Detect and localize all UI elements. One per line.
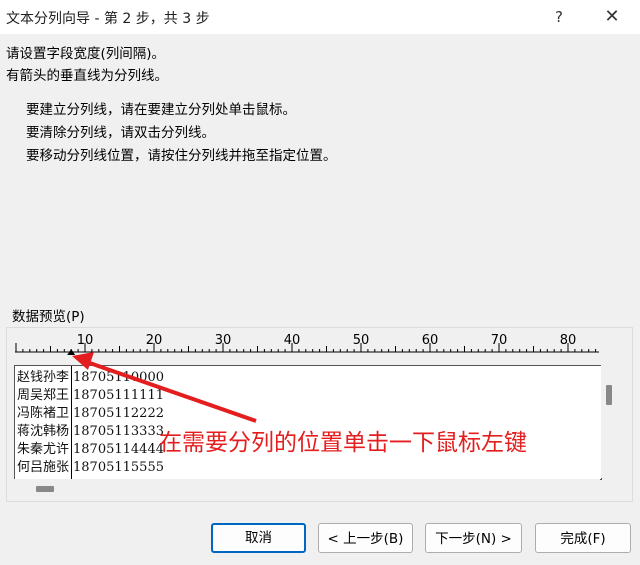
back-button[interactable]: < 上一步(B) <box>318 523 413 553</box>
ruler-label: 40 <box>284 333 301 348</box>
vertical-scrollbar[interactable] <box>601 365 617 478</box>
title-bar: 文本分列向导 - 第 2 步，共 3 步 ? ✕ <box>0 0 640 34</box>
ruler-label: 20 <box>146 333 163 348</box>
preview-label: 数据预览(P) <box>12 309 85 325</box>
ruler-label: 50 <box>353 333 370 348</box>
ruler-label: 30 <box>215 333 232 348</box>
phone-cell: 18705115555 <box>73 460 164 475</box>
name-cell: 何吕施张 <box>17 460 70 475</box>
column-ruler[interactable]: 10 20 30 40 50 60 70 80 <box>15 333 605 355</box>
horizontal-scrollbar[interactable] <box>14 479 600 497</box>
cancel-button[interactable]: 取消 <box>211 523 306 553</box>
instruction-line-2: 有箭头的垂直线为分列线。 <box>6 68 168 84</box>
annotation-text: 在需要分列的位置单击一下鼠标左键 <box>159 430 527 456</box>
finish-button[interactable]: 完成(F) <box>535 523 631 553</box>
ruler-label: 70 <box>491 333 508 348</box>
next-button[interactable]: 下一步(N) > <box>425 523 522 553</box>
ruler-label: 80 <box>560 333 577 348</box>
vertical-scroll-thumb[interactable] <box>606 385 612 405</box>
help-icon[interactable]: ? <box>548 6 570 28</box>
tip-move-break: 要移动分列线位置，请按住分列线并拖至指定位置。 <box>26 148 337 164</box>
table-row: 何吕施张 18705115555 <box>17 457 164 478</box>
ruler-label: 10 <box>77 333 94 348</box>
column-break-line[interactable] <box>71 366 72 479</box>
tip-clear-break: 要清除分列线，请双击分列线。 <box>26 125 215 141</box>
instruction-line-1: 请设置字段宽度(列间隔)。 <box>6 46 166 62</box>
window-title: 文本分列向导 - 第 2 步，共 3 步 <box>6 11 210 27</box>
close-icon[interactable]: ✕ <box>600 5 624 29</box>
tip-create-break: 要建立分列线，请在要建立分列处单击鼠标。 <box>26 102 296 118</box>
horizontal-scroll-thumb[interactable] <box>36 486 54 492</box>
ruler-label: 60 <box>422 333 439 348</box>
